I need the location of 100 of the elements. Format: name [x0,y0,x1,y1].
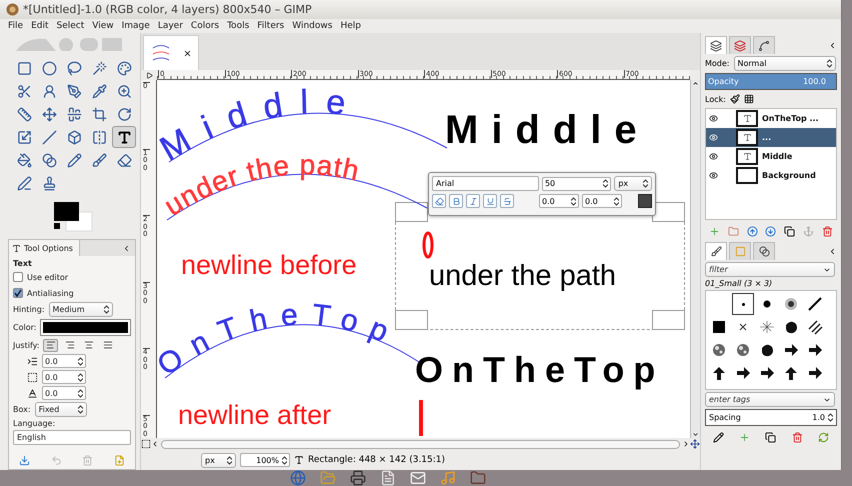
menu-item[interactable]: Select [52,21,88,31]
scroll-left-icon[interactable] [151,440,159,448]
brushes-tab[interactable] [705,242,727,260]
zoom-field[interactable]: 100% [240,453,290,467]
mail-icon[interactable] [410,470,426,486]
layer-row[interactable]: Background [706,166,836,185]
italic-button[interactable] [466,194,480,208]
tool-options-tab[interactable]: Tool Options [9,240,80,256]
document-icon[interactable] [380,470,396,486]
box-select[interactable]: Fixed [34,402,87,417]
checkbox[interactable] [13,272,23,282]
spin-arrows-icon[interactable] [227,456,232,464]
spin-arrows-icon[interactable] [828,413,833,422]
spin-arrows-icon[interactable] [78,388,83,398]
raise-icon[interactable] [746,226,758,236]
panel-menu-icon[interactable] [122,244,131,252]
hinting-select[interactable]: Medium [48,302,113,317]
image-tab[interactable] [143,35,199,70]
menu-item[interactable]: Colors [186,21,224,31]
menu-item[interactable]: Edit [27,21,52,31]
spin-arrows-icon[interactable] [78,356,83,366]
menu-item[interactable]: Filters [253,21,288,31]
ruler-menu-icon[interactable] [146,72,152,78]
unit-select[interactable]: px [201,452,236,468]
size-field[interactable]: 50 [542,176,612,190]
navigate-icon[interactable] [690,439,700,449]
resize-handle[interactable] [395,202,428,222]
number-field[interactable]: 0.0 [42,354,86,368]
font-field[interactable]: Arial [432,176,539,191]
lock-pixels-icon[interactable] [730,94,740,104]
checkbox[interactable] [13,288,23,298]
underline-button[interactable] [483,194,497,208]
spin-arrows-icon[interactable] [603,179,608,188]
strikethrough-button[interactable] [500,194,514,208]
clear-style-button[interactable] [432,194,446,208]
color-swatches-drawing[interactable] [54,202,94,232]
layer-row[interactable]: OnTheTop ... [706,109,836,128]
spin-arrows-icon[interactable] [643,179,648,188]
resize-handle[interactable] [652,310,685,330]
layer-row[interactable]: ... [706,128,836,147]
scale-icon [16,130,32,144]
eye-icon[interactable] [709,171,718,180]
channels-tab[interactable] [729,36,751,54]
menu-item[interactable]: Image [118,21,154,31]
spin-arrows-icon[interactable] [571,196,576,206]
scroll-down-icon[interactable] [692,431,699,438]
opacity-slider[interactable]: Opacity 100.0 [705,73,837,90]
lower-icon[interactable] [765,226,776,236]
duplicate-icon[interactable] [765,432,776,442]
layer-row[interactable]: Middle [706,147,836,166]
number-field[interactable]: 0.0 [42,370,86,384]
justify-button[interactable] [43,338,58,352]
layers-tab[interactable] [705,36,727,54]
duplicate-icon[interactable] [784,226,796,236]
tool-button[interactable] [112,126,136,148]
eye-icon[interactable] [709,152,718,161]
text-color-swatch[interactable] [638,194,652,208]
number-field[interactable]: 0.0 [42,386,86,400]
folder-icon[interactable] [470,470,486,486]
language-field[interactable]: English [13,430,131,445]
panel-menu-icon[interactable] [828,40,837,50]
spin-arrows-icon[interactable] [826,59,832,68]
menu-item[interactable]: Windows [288,21,336,31]
menu-item[interactable]: Help [336,21,365,31]
scroll-up-icon[interactable] [692,80,699,87]
spin-arrows-icon[interactable] [104,305,109,314]
eye-icon[interactable] [709,114,718,123]
edit-icon[interactable] [712,432,724,442]
vertical-scrollbar[interactable] [690,80,700,438]
spin-arrows-icon[interactable] [78,372,83,382]
number-field[interactable]: 0.0 [539,194,579,208]
lock-alpha-icon[interactable] [744,94,754,104]
tags-field[interactable]: enter tags [705,392,835,407]
menu-item[interactable]: Layer [154,21,187,31]
spacing-field[interactable]: Spacing 1.0 [705,409,837,426]
menu-item[interactable]: File [4,21,28,31]
quick-mask-icon[interactable] [141,439,151,449]
refresh-icon[interactable] [818,432,830,442]
save-icon[interactable] [19,454,30,466]
spin-arrows-icon[interactable] [282,456,287,464]
delete-icon[interactable] [792,432,803,442]
filter-field[interactable]: filter [705,262,835,277]
gradients-tab[interactable] [753,242,775,260]
horizontal-scrollbar[interactable] [161,440,680,448]
menu-item[interactable]: View [88,21,118,31]
spin-arrows-icon[interactable] [614,196,619,206]
paths-tab[interactable] [753,36,775,54]
delete-icon[interactable] [822,226,833,236]
menu-item[interactable]: Tools [223,21,254,31]
number-field[interactable]: 0.0 [582,194,622,208]
color-button[interactable] [40,319,131,336]
mode-select[interactable]: Normal [734,56,836,71]
brush-item[interactable] [732,293,754,315]
printer-icon[interactable] [350,470,366,486]
close-icon[interactable] [183,48,192,58]
spin-arrows-icon[interactable] [78,405,83,414]
unit-select[interactable]: px [614,176,652,191]
scroll-right-icon[interactable] [682,440,690,448]
bold-button[interactable] [449,194,463,208]
panel-menu-icon[interactable] [828,246,837,256]
